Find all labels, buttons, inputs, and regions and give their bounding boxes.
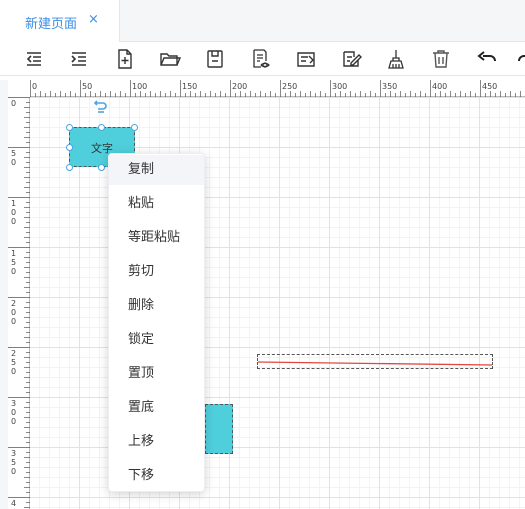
- resize-handle-n[interactable]: [98, 124, 105, 131]
- menu-item-paste[interactable]: 粘贴: [109, 189, 204, 219]
- menu-item-move-down[interactable]: 下移: [109, 461, 204, 491]
- open-folder-icon[interactable]: [158, 47, 182, 71]
- left-margin: [0, 80, 8, 509]
- ruler-label: 0: [11, 208, 16, 217]
- ruler-label: 5: [11, 149, 16, 158]
- menu-item-lock[interactable]: 锁定: [109, 325, 204, 355]
- indent-icon[interactable]: [67, 47, 91, 71]
- ruler-label: 100: [132, 82, 147, 91]
- ruler-label: 1: [11, 249, 16, 258]
- resize-handle-ne[interactable]: [131, 124, 138, 131]
- new-file-icon[interactable]: [113, 47, 137, 71]
- ruler-label: 1: [11, 199, 16, 208]
- ruler-label: 350: [382, 82, 397, 91]
- ruler-label: 300: [332, 82, 347, 91]
- clear-brush-icon[interactable]: [384, 47, 408, 71]
- ruler-label: 4: [11, 499, 16, 508]
- resize-handle-w[interactable]: [66, 144, 73, 151]
- left-ruler: 0501001502002503003504: [8, 97, 30, 509]
- tab-label: 新建页面: [25, 17, 78, 32]
- ruler-label: 400: [432, 82, 447, 91]
- ruler-label: 450: [482, 82, 497, 91]
- resize-handle-sw[interactable]: [66, 164, 73, 171]
- ruler-label: 0: [11, 99, 16, 108]
- toolbar: [0, 42, 525, 76]
- outdent-icon[interactable]: [22, 47, 46, 71]
- ruler-label: 0: [11, 267, 16, 276]
- resize-handle-s[interactable]: [98, 164, 105, 171]
- menu-item-move-up[interactable]: 上移: [109, 427, 204, 457]
- ruler-label: 0: [11, 367, 16, 376]
- ruler-label: 5: [11, 258, 16, 267]
- resize-handle-nw[interactable]: [66, 124, 73, 131]
- line-shape[interactable]: [257, 354, 493, 369]
- ruler-corner: [8, 80, 30, 97]
- menu-item-bring-to-top[interactable]: 置顶: [109, 359, 204, 389]
- rotate-icon[interactable]: [93, 99, 109, 113]
- preview-icon[interactable]: [248, 47, 272, 71]
- redo-icon[interactable]: [516, 47, 525, 71]
- rectangle-shape[interactable]: [205, 404, 233, 454]
- delete-icon[interactable]: [429, 47, 453, 71]
- ruler-label: 0: [11, 408, 16, 417]
- ruler-label: 0: [32, 82, 37, 91]
- import-icon[interactable]: [294, 47, 318, 71]
- undo-icon[interactable]: [474, 47, 498, 71]
- menu-item-send-to-bottom[interactable]: 置底: [109, 393, 204, 423]
- ruler-label: 0: [11, 317, 16, 326]
- menu-item-delete[interactable]: 删除: [109, 291, 204, 321]
- ruler-label: 0: [11, 308, 16, 317]
- menu-item-equidistant-paste[interactable]: 等距粘贴: [109, 223, 204, 253]
- ruler-label: 150: [182, 82, 197, 91]
- ruler-label: 5: [11, 358, 16, 367]
- ruler-label: 50: [82, 82, 92, 91]
- ruler-label: 3: [11, 449, 16, 458]
- ruler-label: 2: [11, 299, 16, 308]
- ruler-label: 200: [232, 82, 247, 91]
- ruler-label: 0: [11, 217, 16, 226]
- menu-item-cut[interactable]: 剪切: [109, 257, 204, 287]
- save-icon[interactable]: [203, 47, 227, 71]
- ruler-label: 5: [11, 458, 16, 467]
- tab-new-page[interactable]: 新建页面 ×: [0, 0, 120, 42]
- ruler-label: 0: [11, 467, 16, 476]
- ruler-label: 3: [11, 399, 16, 408]
- ruler-label: 2: [11, 349, 16, 358]
- context-menu: 复制 粘贴 等距粘贴 剪切 删除 锁定 置顶 置底 上移 下移: [108, 153, 205, 492]
- tab-close-icon[interactable]: ×: [88, 12, 99, 27]
- ruler-label: 250: [282, 82, 297, 91]
- ruler-label: 0: [11, 417, 16, 426]
- tab-bar: 新建页面 ×: [0, 0, 525, 42]
- menu-item-copy[interactable]: 复制: [109, 155, 204, 185]
- ruler-label: 0: [11, 158, 16, 167]
- edit-icon[interactable]: [339, 47, 363, 71]
- top-ruler: 0 50 100 150 200 250 300 350 400 450: [30, 80, 525, 97]
